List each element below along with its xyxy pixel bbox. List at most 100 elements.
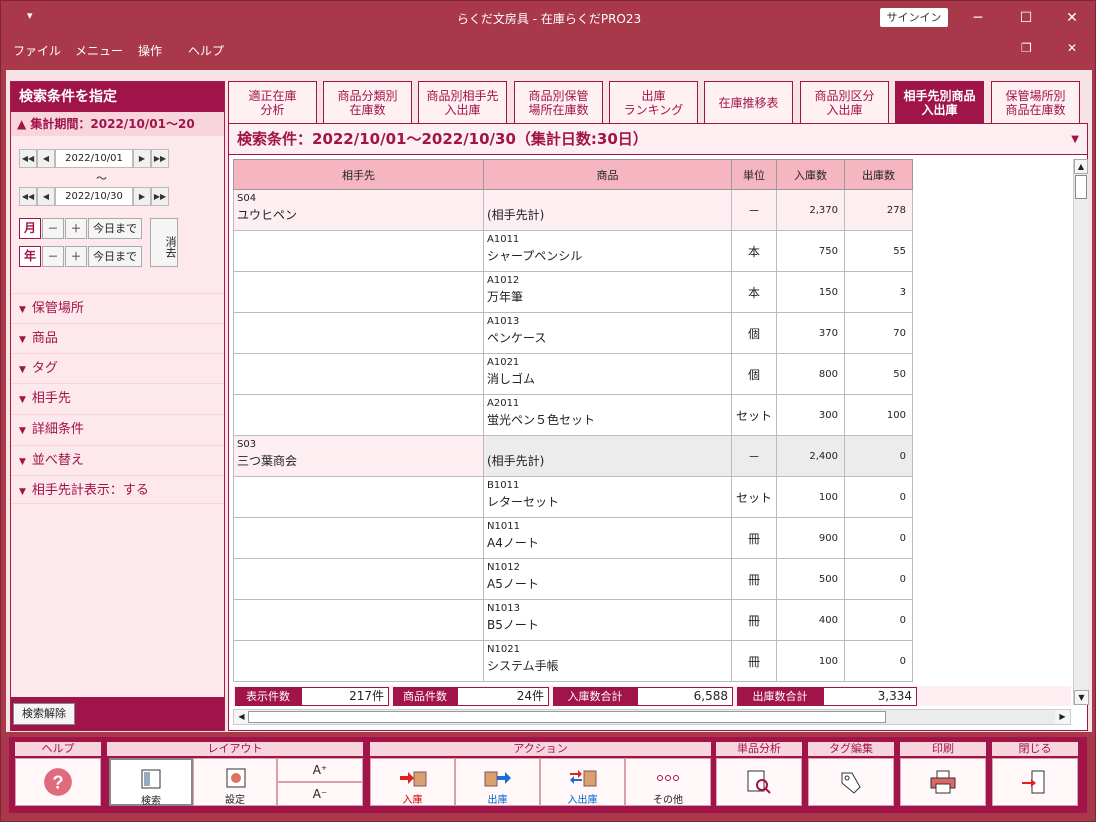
table-row[interactable]: N1011 A4ノート 冊 900 0	[233, 517, 913, 559]
menu-file[interactable]: ファイル	[13, 42, 61, 59]
partner-cell	[233, 640, 484, 682]
minimize-icon[interactable]: ─	[958, 5, 998, 31]
close-icon[interactable]: ✕	[1052, 5, 1092, 31]
first-icon[interactable]: ◀◀	[19, 149, 37, 168]
month-minus-button[interactable]: －	[42, 218, 64, 239]
count-value: 217件	[301, 687, 389, 706]
group-label: レイアウト	[107, 742, 363, 756]
section-product[interactable]: ▼ 商品	[11, 323, 224, 352]
doc-close-icon[interactable]: ✕	[1067, 41, 1077, 55]
tab-product-location[interactable]: 商品別保管 場所在庫数	[514, 81, 603, 123]
prev-icon[interactable]: ◀	[37, 149, 55, 168]
scroll-right-icon[interactable]: ▶	[1055, 710, 1070, 724]
client-area: 検索条件を指定 ▲ 集計期間：2022/10/01〜20 ◀◀ ◀ 2022/10…	[6, 70, 1092, 732]
reset-search-button[interactable]: 検索解除	[13, 703, 75, 725]
group-label: アクション	[370, 742, 711, 756]
tab-stock-trend[interactable]: 在庫推移表	[704, 81, 793, 123]
out-cell: 0	[844, 640, 913, 682]
totals-bar: 表示件数 217件 商品件数 24件 入庫数合計 6,588 出庫数合計 3,3…	[233, 686, 1071, 706]
next-icon[interactable]: ▶	[133, 149, 151, 168]
tab-product-partner[interactable]: 商品別相手先 入出庫	[418, 81, 507, 123]
col-header-product[interactable]: 商品	[483, 159, 732, 190]
scroll-thumb[interactable]	[1075, 175, 1087, 199]
condition-bar[interactable]: 検索条件：2022/10/01〜2022/10/30（集計日数:30日） ▼	[229, 124, 1087, 155]
scroll-up-icon[interactable]: ▲	[1074, 159, 1088, 174]
year-today-button[interactable]: 今日まで	[88, 246, 142, 267]
menu-bar: ファイル メニュー 操作 ヘルプ ❐ ✕	[1, 35, 1096, 65]
unit-cell: 冊	[731, 640, 777, 682]
product-cell: N1021 システム手帳	[483, 640, 732, 682]
tab-partner-product[interactable]: 相手先別商品 入出庫	[895, 81, 984, 123]
in-cell: 300	[776, 394, 845, 436]
menu-menu[interactable]: メニュー	[75, 42, 123, 59]
table-row[interactable]: A1013 ペンケース 個 370 70	[233, 312, 913, 354]
col-header-unit[interactable]: 単位	[731, 159, 777, 190]
scroll-left-icon[interactable]: ◀	[234, 710, 249, 724]
restore-icon[interactable]: ❐	[1021, 41, 1032, 55]
date-to-field[interactable]: 2022/10/30	[55, 187, 133, 206]
tab-product-division[interactable]: 商品別区分 入出庫	[800, 81, 889, 123]
menu-help[interactable]: ヘルプ	[188, 42, 224, 59]
tab-location-product[interactable]: 保管場所別 商品在庫数	[991, 81, 1080, 123]
date-from-field[interactable]: 2022/10/01	[55, 149, 133, 168]
signin-button[interactable]: サインイン	[880, 8, 948, 27]
next-icon[interactable]: ▶	[133, 187, 151, 206]
scroll-down-icon[interactable]: ▼	[1074, 690, 1089, 705]
clear-date-button[interactable]: 消去	[150, 218, 178, 267]
table-row[interactable]: N1021 システム手帳 冊 100 0	[233, 640, 913, 682]
section-tag[interactable]: ▼ タグ	[11, 353, 224, 382]
maximize-icon[interactable]: ☐	[1006, 5, 1046, 31]
in-button[interactable]: 入庫	[370, 758, 455, 806]
section-detail[interactable]: ▼ 詳細条件	[11, 414, 224, 443]
partner-total-row[interactable]: S03 三つ葉商会 (相手先計) － 2,400 0	[233, 435, 913, 477]
analysis-button[interactable]	[716, 758, 802, 806]
font-up-button[interactable]: A⁺	[277, 758, 363, 782]
last-icon[interactable]: ▶▶	[151, 149, 169, 168]
month-today-button[interactable]: 今日まで	[88, 218, 142, 239]
group-analysis: 単品分析	[716, 742, 802, 808]
inout-button[interactable]: 入出庫	[540, 758, 625, 806]
in-cell: 400	[776, 599, 845, 641]
in-total-label: 入庫数合計	[553, 687, 637, 706]
tab-category-stock[interactable]: 商品分類別 在庫数	[323, 81, 412, 123]
table-row[interactable]: A1012 万年筆 本 150 3	[233, 271, 913, 313]
table-row[interactable]: A1021 消しゴム 個 800 50	[233, 353, 913, 395]
help-button[interactable]: ?	[15, 758, 101, 806]
table-row[interactable]: N1012 A5ノート 冊 500 0	[233, 558, 913, 600]
out-button[interactable]: 出庫	[455, 758, 540, 806]
section-location[interactable]: ▼ 保管場所	[11, 293, 224, 322]
vertical-scrollbar[interactable]: ▲ ▼	[1073, 159, 1089, 705]
menu-operation[interactable]: 操作	[138, 42, 162, 59]
prev-icon[interactable]: ◀	[37, 187, 55, 206]
tab-proper-stock[interactable]: 適正在庫 分析	[228, 81, 317, 123]
out-cell: 278	[844, 189, 913, 231]
table-row[interactable]: A1011 シャープペンシル 本 750 55	[233, 230, 913, 272]
horizontal-scrollbar[interactable]: ◀ ▶	[233, 709, 1071, 725]
table-row[interactable]: B1011 レターセット セット 100 0	[233, 476, 913, 518]
scroll-thumb[interactable]	[248, 711, 886, 723]
last-icon[interactable]: ▶▶	[151, 187, 169, 206]
period-section[interactable]: ▲ 集計期間：2022/10/01〜20	[11, 112, 224, 136]
table-row[interactable]: A2011 蛍光ペン５色セット セット 300 100	[233, 394, 913, 436]
other-button[interactable]: その他	[625, 758, 711, 806]
font-down-button[interactable]: A⁻	[277, 782, 363, 806]
layout-settings-button[interactable]: 設定	[193, 758, 277, 806]
print-button[interactable]	[900, 758, 986, 806]
month-plus-button[interactable]: ＋	[65, 218, 87, 239]
section-sort[interactable]: ▼ 並べ替え	[11, 445, 224, 474]
section-partner-total[interactable]: ▼ 相手先計表示：する	[11, 475, 224, 504]
close-app-button[interactable]	[992, 758, 1078, 806]
col-header-out[interactable]: 出庫数	[844, 159, 913, 190]
col-header-in[interactable]: 入庫数	[776, 159, 845, 190]
year-minus-button[interactable]: －	[42, 246, 64, 267]
table-row[interactable]: N1013 B5ノート 冊 400 0	[233, 599, 913, 641]
col-header-partner[interactable]: 相手先	[233, 159, 484, 190]
partner-total-row[interactable]: S04 ユウヒペン (相手先計) － 2,370 278	[233, 189, 913, 231]
tag-edit-button[interactable]	[808, 758, 894, 806]
triangle-down-icon[interactable]: ▼	[1071, 124, 1079, 155]
layout-search-button[interactable]: 検索	[109, 758, 193, 807]
first-icon[interactable]: ◀◀	[19, 187, 37, 206]
year-plus-button[interactable]: ＋	[65, 246, 87, 267]
tab-ranking[interactable]: 出庫 ランキング	[609, 81, 698, 123]
section-partner[interactable]: ▼ 相手先	[11, 383, 224, 412]
